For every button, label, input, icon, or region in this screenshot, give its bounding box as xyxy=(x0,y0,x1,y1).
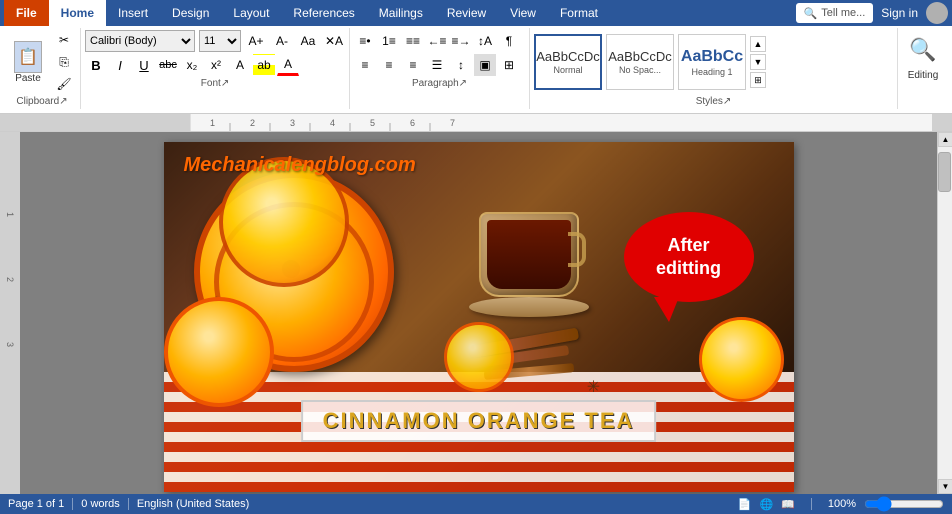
tab-format[interactable]: Format xyxy=(548,0,610,26)
decrease-indent-button[interactable]: ←≡ xyxy=(426,30,448,52)
font-size-select[interactable]: 11 xyxy=(199,30,241,52)
scrollbar[interactable]: ▲ ▼ xyxy=(937,132,952,494)
subscript-button[interactable]: x₂ xyxy=(181,54,203,76)
tab-home[interactable]: Home xyxy=(49,0,106,26)
increase-indent-button[interactable]: ≡→ xyxy=(450,30,472,52)
svg-text:4: 4 xyxy=(330,118,335,128)
paste-icon: 📋 xyxy=(14,41,42,73)
editing-icon: 🔍 xyxy=(908,30,938,70)
svg-text:6: 6 xyxy=(410,118,415,128)
font-expand-icon[interactable]: ↗ xyxy=(221,78,229,89)
style-normal[interactable]: AaBbCcDc Normal xyxy=(534,34,602,90)
ruler: 1 2 3 4 5 6 7 xyxy=(0,114,952,132)
sort-button[interactable]: ↕A xyxy=(474,30,496,52)
svg-text:5: 5 xyxy=(370,118,375,128)
bold-button[interactable]: B xyxy=(85,54,107,76)
font-group: Calibri (Body) 11 A+ A- Aa ✕A B I U abc … xyxy=(81,28,350,109)
tea-cup xyxy=(464,197,594,317)
tab-layout[interactable]: Layout xyxy=(221,0,281,26)
text-effects-button[interactable]: A xyxy=(229,54,251,76)
svg-text:2: 2 xyxy=(250,118,255,128)
copy-button[interactable]: ⎘ xyxy=(52,52,76,72)
style-no-spacing[interactable]: AaBbCcDc No Spac... xyxy=(606,34,674,90)
speech-bubble: After editting xyxy=(624,212,754,302)
show-marks-button[interactable]: ¶ xyxy=(498,30,520,52)
superscript-button[interactable]: x² xyxy=(205,54,227,76)
doc-content: ✳ ✳ Mechanicalengblog.com After xyxy=(20,132,937,494)
tab-bar: File Home Insert Design Layout Reference… xyxy=(0,0,952,26)
document-page[interactable]: ✳ ✳ Mechanicalengblog.com After xyxy=(164,142,794,492)
user-avatar[interactable] xyxy=(926,2,948,24)
paragraph-group: ≡• 1≡ ≡≡ ←≡ ≡→ ↕A ¶ ≡ ≡ ≡ ☰ ↕ ▣ ⊞ Paragr… xyxy=(350,28,530,109)
svg-text:1: 1 xyxy=(210,118,215,128)
scroll-track[interactable] xyxy=(938,147,952,479)
strikethrough-button[interactable]: abc xyxy=(157,54,179,76)
svg-text:7: 7 xyxy=(450,118,455,128)
tab-references[interactable]: References xyxy=(281,0,366,26)
scroll-thumb[interactable] xyxy=(938,152,951,192)
svg-text:3: 3 xyxy=(290,118,295,128)
zoom-slider[interactable] xyxy=(864,496,944,512)
left-sidebar: 1 2 3 xyxy=(0,132,20,494)
document-area: 1 2 3 xyxy=(0,132,952,494)
editing-group: 🔍 Editing xyxy=(898,28,948,109)
align-left-button[interactable]: ≡ xyxy=(354,54,376,76)
ribbon-toolbar: 📋 Paste ✂ ⎘ 🖌 Clipboard ↗ Calibri (Body)… xyxy=(0,26,952,114)
clear-formatting-button[interactable]: ✕A xyxy=(323,30,345,52)
view-mode-print[interactable]: 📄 xyxy=(738,498,752,511)
tab-mailings[interactable]: Mailings xyxy=(367,0,435,26)
clipboard-expand-icon[interactable]: ↗ xyxy=(59,96,67,107)
borders-button[interactable]: ⊞ xyxy=(498,54,520,76)
ribbon: File Home Insert Design Layout Reference… xyxy=(0,0,952,26)
tab-view[interactable]: View xyxy=(498,0,548,26)
paste-button[interactable]: 📋 Paste xyxy=(8,39,48,86)
bullets-button[interactable]: ≡• xyxy=(354,30,376,52)
change-case-button[interactable]: Aa xyxy=(297,30,319,52)
scroll-down-button[interactable]: ▼ xyxy=(938,479,952,494)
tab-design[interactable]: Design xyxy=(160,0,221,26)
styles-scroll-down[interactable]: ▼ xyxy=(750,54,766,70)
ruler-marks: 1 2 3 4 5 6 7 xyxy=(190,114,932,132)
align-center-button[interactable]: ≡ xyxy=(378,54,400,76)
justify-button[interactable]: ☰ xyxy=(426,54,448,76)
font-size-increase-button[interactable]: A+ xyxy=(245,30,267,52)
blog-title: Mechanicalengblog.com xyxy=(184,154,416,177)
status-bar: Page 1 of 1 0 words English (United Stat… xyxy=(0,494,952,514)
format-painter-button[interactable]: 🖌 xyxy=(52,74,76,94)
tab-insert[interactable]: Insert xyxy=(106,0,160,26)
numbering-button[interactable]: 1≡ xyxy=(378,30,400,52)
clipboard-group: 📋 Paste ✂ ⎘ 🖌 Clipboard ↗ xyxy=(4,28,81,109)
italic-button[interactable]: I xyxy=(109,54,131,76)
multilevel-list-button[interactable]: ≡≡ xyxy=(402,30,424,52)
shading-button[interactable]: ▣ xyxy=(474,54,496,76)
styles-scroll-up[interactable]: ▲ xyxy=(750,36,766,52)
document-image[interactable]: ✳ ✳ Mechanicalengblog.com After xyxy=(164,142,794,492)
font-name-select[interactable]: Calibri (Body) xyxy=(85,30,195,52)
cut-button[interactable]: ✂ xyxy=(52,30,76,50)
styles-expand-icon[interactable]: ↗ xyxy=(723,96,731,107)
highlight-color-button[interactable]: ab xyxy=(253,54,275,76)
tab-review[interactable]: Review xyxy=(435,0,498,26)
view-mode-read[interactable]: 📖 xyxy=(781,498,795,511)
styles-more[interactable]: ⊞ xyxy=(750,72,766,88)
paragraph-expand-icon[interactable]: ↗ xyxy=(459,78,467,89)
line-spacing-button[interactable]: ↕ xyxy=(450,54,472,76)
underline-button[interactable]: U xyxy=(133,54,155,76)
style-heading1[interactable]: AaBbCc Heading 1 xyxy=(678,34,746,90)
tab-file[interactable]: File xyxy=(4,0,49,26)
tell-me-bar[interactable]: 🔍 Tell me... xyxy=(796,3,874,23)
view-mode-web[interactable]: 🌐 xyxy=(759,498,773,511)
title-banner: CINNAMON ORANGE TEA xyxy=(301,400,657,442)
align-right-button[interactable]: ≡ xyxy=(402,54,424,76)
scroll-up-button[interactable]: ▲ xyxy=(938,132,952,147)
font-color-button[interactable]: A xyxy=(277,54,299,76)
font-size-decrease-button[interactable]: A- xyxy=(271,30,293,52)
sign-in-button[interactable]: Sign in xyxy=(881,6,918,20)
styles-group: AaBbCcDc Normal AaBbCcDc No Spac... AaBb… xyxy=(530,28,898,109)
